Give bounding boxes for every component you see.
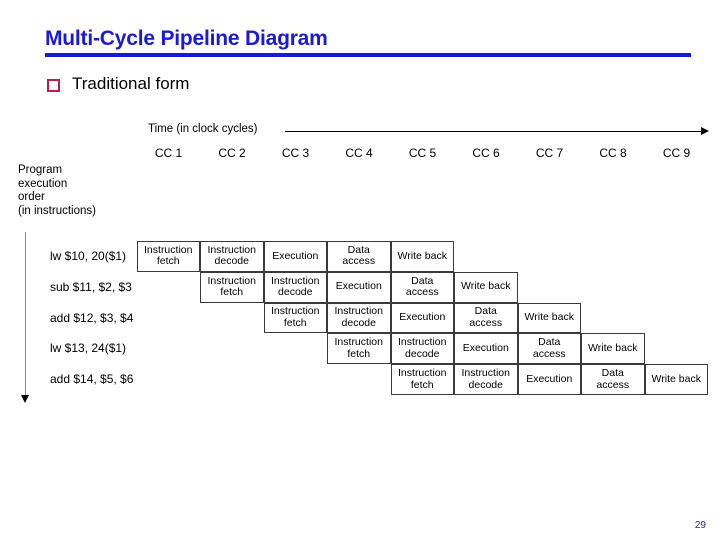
stage-cell-r1-c4: Data access: [327, 241, 391, 272]
instruction-label-2: sub $11, $2, $3: [50, 279, 132, 294]
stage-cell-r1-c1: Instruction fetch: [136, 241, 200, 272]
stage-cell-r2-c5: Data access: [390, 271, 454, 303]
stage-cell-label: Data access: [596, 367, 630, 391]
stage-cell-label: Execution: [526, 372, 573, 385]
stage-cell-label: Write back: [651, 372, 701, 385]
cycle-label-6: CC 6: [472, 146, 500, 160]
time-axis-arrow-icon: [701, 127, 709, 135]
stage-cell-label: Instruction fetch: [334, 336, 383, 360]
stage-cell-label: Execution: [462, 342, 509, 355]
stage-cell-r2-c4: Execution: [327, 271, 391, 303]
stage-cell-r1-c5: Write back: [390, 241, 454, 272]
cycle-label-3: CC 3: [281, 146, 310, 160]
program-order-line-2: order: [18, 191, 45, 203]
stage-cell-label: Data access: [342, 243, 376, 268]
cycle-label-2: CC 2: [218, 146, 246, 160]
program-order-line: [25, 232, 26, 397]
stage-cell-label: Instruction decode: [334, 305, 383, 329]
stage-cell-label: Instruction decode: [271, 274, 320, 299]
time-axis-line: [285, 131, 703, 132]
stage-cell-label: Write back: [397, 249, 447, 262]
program-order-line-1: execution: [18, 177, 68, 190]
stage-cell-label: Instruction fetch: [144, 243, 193, 268]
stage-cell-label: Execution: [272, 249, 319, 262]
cycle-label-4: CC 4: [345, 146, 373, 160]
instruction-label-3: add $12, $3, $4: [50, 310, 134, 325]
instruction-label-1: lw $10, 20($1): [50, 249, 127, 263]
stage-cell-label: Instruction decode: [398, 336, 447, 360]
stage-cell-r3-c3: Instruction fetch: [263, 302, 327, 334]
instruction-label-5: add $14, $5, $6: [50, 372, 134, 387]
program-order-arrow-icon: [21, 395, 29, 403]
cycle-label-1: CC 1: [154, 146, 183, 160]
stage-cell-r1-c2: Instruction decode: [200, 241, 264, 272]
cycle-label-9: CC 9: [662, 146, 691, 160]
stage-cell-r5-c6: Instruction decode: [454, 364, 518, 395]
stage-cell-label: Data access: [405, 274, 439, 299]
page-number: 29: [694, 520, 706, 531]
stage-cell-label: Execution: [335, 280, 382, 293]
cycle-label-5: CC 5: [408, 146, 437, 160]
stage-cell-r5-c9: Write back: [644, 364, 708, 395]
stage-cell-label: Instruction fetch: [398, 367, 447, 391]
stage-cell-r3-c6: Data access: [454, 302, 518, 334]
program-order-line-0: Program: [18, 164, 63, 176]
program-order-line-3: (in instructions): [18, 204, 96, 217]
stage-cell-r2-c3: Instruction decode: [263, 271, 327, 303]
instruction-label-4: lw $13, 24($1): [50, 341, 127, 356]
pipeline-diagram-figure: Time (in clock cycles) CC 1 CC 2 CC 3 CC 4 C…: [0, 0, 720, 540]
stage-cell-r2-c6: Write back: [454, 271, 518, 303]
stage-cell-r1-c3: Execution: [263, 241, 327, 272]
program-order-label: Program execution order (in instructions): [18, 164, 96, 218]
cycle-label-8: CC 8: [599, 146, 627, 160]
stage-cell-label: Write back: [524, 311, 574, 324]
stage-cell-r5-c5: Instruction fetch: [390, 364, 454, 395]
stage-cell-label: Instruction fetch: [207, 274, 256, 299]
stage-cell-r5-c8: Data access: [581, 364, 645, 395]
stage-cell-label: Execution: [399, 311, 446, 324]
time-axis-label: Time (in clock cycles): [148, 123, 258, 135]
stage-cell-label: Instruction decode: [461, 367, 510, 391]
stage-cell-r4-c5: Instruction decode: [390, 333, 454, 365]
stage-cell-r4-c4: Instruction fetch: [327, 333, 391, 365]
stage-cell-label: Data access: [469, 305, 503, 329]
stage-cell-label: Instruction fetch: [271, 305, 320, 329]
stage-cell-r3-c7: Write back: [517, 302, 581, 334]
stage-cell-r4-c8: Write back: [581, 333, 645, 365]
stage-cell-r3-c4: Instruction decode: [327, 302, 391, 334]
stage-cell-r4-c6: Execution: [454, 333, 518, 365]
stage-cell-label: Data access: [532, 336, 566, 360]
stage-cell-label: Write back: [461, 280, 511, 293]
stage-cell-label: Instruction decode: [207, 243, 256, 268]
stage-cell-r4-c7: Data access: [517, 333, 581, 365]
stage-cell-r2-c2: Instruction fetch: [200, 271, 264, 303]
stage-cell-r5-c7: Execution: [517, 364, 581, 395]
cycle-label-7: CC 7: [535, 146, 564, 160]
stage-cell-label: Write back: [588, 342, 638, 355]
stage-cell-r3-c5: Execution: [390, 302, 454, 334]
